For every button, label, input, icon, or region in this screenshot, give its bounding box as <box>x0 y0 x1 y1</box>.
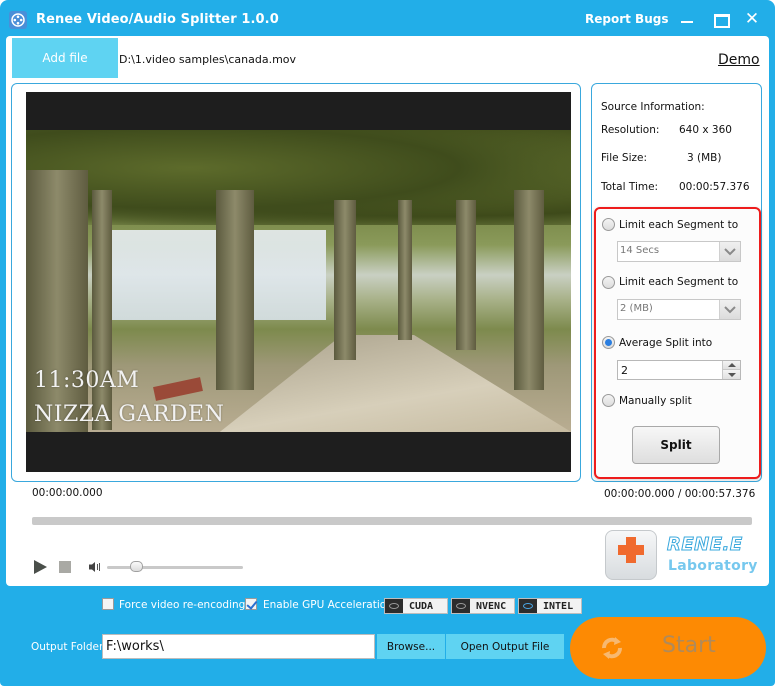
logo-subtitle: Laboratory <box>668 558 758 574</box>
volume-icon[interactable] <box>88 560 102 574</box>
output-folder-label: Output Folder: <box>31 641 107 653</box>
film-reel-icon <box>9 11 27 29</box>
logo-key-icon <box>605 530 657 580</box>
scene-trunk <box>514 190 544 390</box>
scene-trunk <box>216 190 254 390</box>
file-size-value: 3 (MB) <box>687 152 722 164</box>
file-size-label: File Size: <box>601 152 647 164</box>
limit-size-label[interactable]: Limit each Segment to <box>619 276 738 288</box>
gpu-badge-nvenc: NVENC <box>451 598 515 614</box>
stepper-buttons <box>722 361 740 379</box>
start-button[interactable]: Start <box>570 617 766 679</box>
average-split-label[interactable]: Average Split into <box>619 337 712 349</box>
file-path: D:\1.video samples\canada.mov <box>119 53 297 66</box>
play-icon[interactable] <box>34 560 47 574</box>
average-split-stepper[interactable]: 2 <box>617 360 741 380</box>
nvidia-eye <box>456 603 466 609</box>
refresh-icon <box>602 637 622 659</box>
video-overlay-time: 11:30AM <box>34 368 140 393</box>
average-split-value[interactable]: 2 <box>621 364 628 377</box>
limit-size-select[interactable]: 2 (MB) <box>617 299 741 320</box>
average-split-radio[interactable] <box>602 336 615 349</box>
volume-slider-thumb[interactable] <box>130 561 143 572</box>
scene-trunk <box>398 200 412 340</box>
maximize-button[interactable] <box>711 10 730 28</box>
arrow-down-icon <box>727 372 736 377</box>
scene-bench <box>153 377 203 401</box>
limit-size-radio[interactable] <box>602 276 615 289</box>
nvidia-icon <box>452 599 470 613</box>
gpu-badge-intel: INTEL <box>518 598 582 614</box>
stop-icon[interactable] <box>59 561 71 573</box>
total-time-value: 00:00:57.376 <box>679 181 750 193</box>
limit-time-select[interactable]: 14 Secs <box>617 241 741 262</box>
limit-size-value: 2 (MB) <box>620 303 653 314</box>
total-time-label: Total Time: <box>601 181 659 193</box>
gpu-badge-label: NVENC <box>476 600 507 612</box>
title-bar: Renee Video/Audio Splitter 1.0.0 Report … <box>0 0 775 36</box>
minimize-button[interactable] <box>678 10 696 28</box>
intel-icon <box>519 599 537 613</box>
chevron-down-icon[interactable] <box>719 242 740 261</box>
force-reencode-checkbox[interactable] <box>102 598 114 610</box>
logo-brand: RENE.E <box>667 534 743 556</box>
source-info-heading: Source Information: <box>601 101 705 113</box>
chevron-down-icon[interactable] <box>719 300 740 319</box>
window-title: Renee Video/Audio Splitter 1.0.0 <box>36 12 279 27</box>
decrement-button[interactable] <box>723 370 740 379</box>
gpu-acceleration-label[interactable]: Enable GPU Acceleration <box>263 599 393 611</box>
video-preview[interactable]: 11:30AM NIZZA GARDEN <box>26 92 571 472</box>
close-button[interactable]: ✕ <box>743 10 761 28</box>
add-file-button[interactable]: Add file <box>12 38 118 78</box>
video-overlay-place: NIZZA GARDEN <box>34 402 225 427</box>
gpu-acceleration-checkbox[interactable] <box>245 598 257 610</box>
demo-link[interactable]: Demo <box>718 52 760 68</box>
video-scene: 11:30AM NIZZA GARDEN <box>26 130 571 432</box>
start-label: Start <box>662 633 716 658</box>
force-reencode-label[interactable]: Force video re-encoding <box>119 599 245 611</box>
scene-trunk <box>92 190 112 430</box>
limit-time-label[interactable]: Limit each Segment to <box>619 219 738 231</box>
arrow-up-icon <box>727 363 736 367</box>
gpu-badge-label: INTEL <box>543 600 574 612</box>
scene-trunk <box>334 200 356 360</box>
limit-time-radio[interactable] <box>602 218 615 231</box>
manual-split-label[interactable]: Manually split <box>619 395 692 407</box>
resolution-value: 640 x 360 <box>679 124 732 136</box>
resolution-label: Resolution: <box>601 124 660 136</box>
seek-bar[interactable] <box>32 517 752 525</box>
logo-cross-horizontal <box>618 545 644 555</box>
manual-split-radio[interactable] <box>602 394 615 407</box>
volume-slider[interactable] <box>107 566 243 569</box>
report-bugs-link[interactable]: Report Bugs <box>585 12 668 26</box>
intel-ring <box>523 603 533 609</box>
nvidia-eye <box>389 603 399 609</box>
output-folder-input[interactable] <box>102 634 375 659</box>
open-output-file-button[interactable]: Open Output File <box>446 634 564 659</box>
limit-time-value: 14 Secs <box>620 245 660 256</box>
browse-button[interactable]: Browse... <box>377 634 445 659</box>
scene-trunk <box>456 200 476 350</box>
gpu-badge-label: CUDA <box>409 600 434 612</box>
gpu-badge-cuda: CUDA <box>384 598 448 614</box>
split-button[interactable]: Split <box>632 426 720 464</box>
increment-button[interactable] <box>723 361 740 370</box>
renee-logo: RENE.E Laboratory <box>605 530 758 582</box>
nvidia-icon <box>385 599 403 613</box>
time-readout: 00:00:00.000 / 00:00:57.376 <box>604 488 756 500</box>
current-time: 00:00:00.000 <box>32 487 103 499</box>
app-window: Renee Video/Audio Splitter 1.0.0 Report … <box>0 0 775 686</box>
